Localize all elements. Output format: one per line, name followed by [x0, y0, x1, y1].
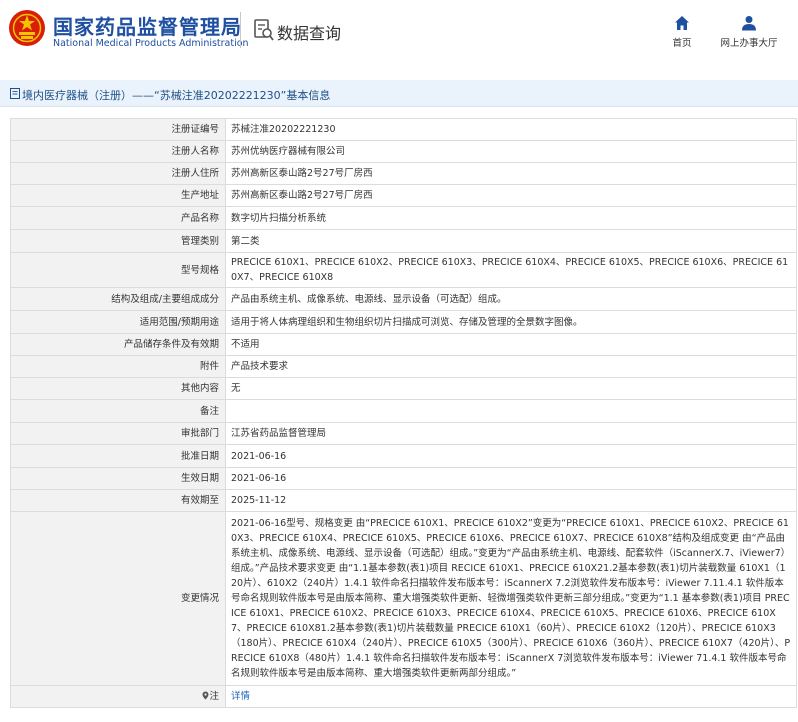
- field-label: 结构及组成/主要组成成分: [10, 287, 226, 311]
- field-label: 型号规格: [10, 252, 226, 288]
- table-row-registration-number: 注册证编号 苏械注准20202221230: [10, 118, 797, 141]
- table-row-remarks: 备注: [10, 399, 797, 423]
- nav-online-hall-link[interactable]: 网上办事大厅: [716, 15, 782, 49]
- field-label: 变更情况: [10, 511, 226, 686]
- field-label: 注册证编号: [10, 118, 226, 141]
- nav-home-link[interactable]: 首页: [666, 15, 698, 49]
- field-value: 详情: [225, 685, 797, 708]
- field-label: 生产地址: [10, 184, 226, 207]
- document-icon: [10, 88, 20, 99]
- table-row-production-address: 生产地址 苏州高新区泰山路2号27号厂房西: [10, 184, 797, 207]
- field-label: 有效期至: [10, 489, 226, 512]
- section-title: 数据查询: [277, 24, 342, 43]
- table-row-attachment: 附件 产品技术要求: [10, 355, 797, 378]
- table-row-other: 其他内容 无: [10, 377, 797, 400]
- field-value: 不适用: [225, 333, 797, 356]
- field-value: 适用于将人体病理组织和生物组织切片扫描成可浏览、存储及管理的全景数字图像。: [225, 310, 797, 334]
- field-value: 2021-06-16: [225, 467, 797, 490]
- registration-detail-table: 注册证编号 苏械注准20202221230 注册人名称 苏州优纳医疗器械有限公司…: [10, 118, 797, 708]
- national-emblem-icon: [9, 10, 45, 46]
- field-value: [225, 399, 797, 423]
- table-row-effective-date: 生效日期 2021-06-16: [10, 467, 797, 490]
- field-value: 数字切片扫描分析系统: [225, 206, 797, 230]
- field-label: 附件: [10, 355, 226, 378]
- field-label: 审批部门: [10, 422, 226, 445]
- field-value: 产品技术要求: [225, 355, 797, 378]
- field-value: 第二类: [225, 229, 797, 253]
- table-row-structure: 结构及组成/主要组成成分 产品由系统主机、成像系统、电源线、显示设备（可选配）组…: [10, 287, 797, 311]
- field-label: 产品名称: [10, 206, 226, 230]
- data-query-icon: [254, 19, 274, 41]
- field-label: 管理类别: [10, 229, 226, 253]
- field-value: 2025-11-12: [225, 489, 797, 512]
- table-row-approval-dept: 审批部门 江苏省药品监督管理局: [10, 422, 797, 445]
- field-value: 苏州优纳医疗器械有限公司: [225, 140, 797, 163]
- table-row-valid-until: 有效期至 2025-11-12: [10, 489, 797, 512]
- header-divider: [240, 12, 241, 48]
- table-row-model-spec: 型号规格 PRECICE 610X1、PRECICE 610X2、PRECICE…: [10, 252, 797, 288]
- org-name-en: National Medical Products Administration: [53, 38, 249, 49]
- org-name-cn: 国家药品监督管理局: [53, 15, 242, 39]
- field-label: 注册人住所: [10, 162, 226, 185]
- field-value: 无: [225, 377, 797, 400]
- table-row-intended-use: 适用范围/预期用途 适用于将人体病理组织和生物组织切片扫描成可浏览、存储及管理的…: [10, 310, 797, 334]
- table-row-note: 注 详情: [10, 685, 797, 708]
- field-label: 产品储存条件及有效期: [10, 333, 226, 356]
- field-value: 产品由系统主机、成像系统、电源线、显示设备（可选配）组成。: [225, 287, 797, 311]
- nav-online-hall-label: 网上办事大厅: [720, 38, 778, 49]
- table-row-registrant-name: 注册人名称 苏州优纳医疗器械有限公司: [10, 140, 797, 163]
- field-value: 苏州高新区泰山路2号27号厂房西: [225, 184, 797, 207]
- field-value: PRECICE 610X1、PRECICE 610X2、PRECICE 610X…: [225, 252, 797, 288]
- field-label: 其他内容: [10, 377, 226, 400]
- table-row-management-category: 管理类别 第二类: [10, 229, 797, 253]
- note-label: 注: [209, 691, 219, 702]
- nav-home-label: 首页: [672, 38, 692, 49]
- record-title: 境内医疗器械（注册）——“苏械注准20202221230”基本信息: [22, 89, 331, 102]
- details-link[interactable]: 详情: [231, 691, 250, 702]
- field-value: 江苏省药品监督管理局: [225, 422, 797, 445]
- field-label: 备注: [10, 399, 226, 423]
- table-row-approval-date: 批准日期 2021-06-16: [10, 444, 797, 468]
- table-row-product-name: 产品名称 数字切片扫描分析系统: [10, 206, 797, 230]
- field-value: 苏州高新区泰山路2号27号厂房西: [225, 162, 797, 185]
- field-label: 注册人名称: [10, 140, 226, 163]
- table-row-storage: 产品储存条件及有效期 不适用: [10, 333, 797, 356]
- field-label: 批准日期: [10, 444, 226, 468]
- field-label: 注: [10, 685, 226, 708]
- field-value: 2021-06-16: [225, 444, 797, 468]
- table-row-registrant-address: 注册人住所 苏州高新区泰山路2号27号厂房西: [10, 162, 797, 185]
- field-value: 2021-06-16型号、规格变更 由“PRECICE 610X1、PRECIC…: [225, 511, 797, 686]
- record-title-bar: 境内医疗器械（注册）——“苏械注准20202221230”基本信息: [0, 80, 798, 107]
- home-icon: [675, 16, 689, 30]
- user-icon: [742, 16, 756, 31]
- table-row-change-history: 变更情况 2021-06-16型号、规格变更 由“PRECICE 610X1、P…: [10, 511, 797, 686]
- field-value: 苏械注准20202221230: [225, 118, 797, 141]
- field-label: 生效日期: [10, 467, 226, 490]
- site-header: 国家药品监督管理局 National Medical Products Admi…: [0, 0, 798, 64]
- field-label: 适用范围/预期用途: [10, 310, 226, 334]
